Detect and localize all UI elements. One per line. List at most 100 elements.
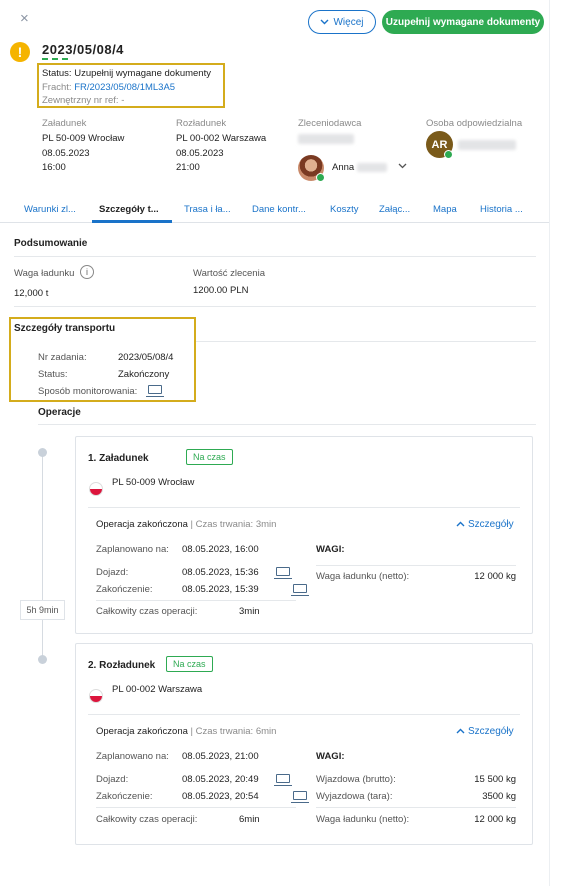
tab-costs[interactable]: Koszty xyxy=(330,204,359,215)
more-button[interactable]: Więcej xyxy=(308,10,376,34)
progress-dashes xyxy=(42,58,72,60)
monitoring-label: Sposób monitorowania: xyxy=(38,386,138,397)
client-surname-redacted xyxy=(356,162,387,172)
transport-status-value: Zakończony xyxy=(118,369,170,380)
loading-place: PL 50-009 Wrocław xyxy=(42,133,125,144)
arrival-label: Dojazd: xyxy=(96,774,129,785)
operation-card: 1. Załadunek Na czas PL 50-009 Wrocław O… xyxy=(75,436,533,634)
operations-title: Operacje xyxy=(38,407,81,418)
operation-title: 1. Załadunek xyxy=(88,453,149,464)
laptop-icon xyxy=(290,791,309,803)
details-toggle[interactable]: Szczegóły xyxy=(456,726,514,737)
chevron-up-icon xyxy=(456,521,465,527)
timeline-line xyxy=(42,452,43,660)
details-toggle[interactable]: Szczegóły xyxy=(456,519,514,530)
operation-title: 2. Rozładunek xyxy=(88,660,156,671)
weight-row-label: Wyjazdowa (tara): xyxy=(316,791,393,802)
tab-attachments[interactable]: Załąc... xyxy=(379,204,410,215)
status-block: Status: Uzupełnij wymagane dokumenty Fra… xyxy=(42,67,211,108)
complete-documents-button[interactable]: Uzupełnij wymagane dokumenty xyxy=(382,10,544,34)
active-tab-indicator xyxy=(92,220,172,223)
divider xyxy=(196,341,536,342)
arrival-value: 08.05.2023, 15:36 xyxy=(182,567,259,578)
client-chevron-icon[interactable] xyxy=(398,161,407,172)
weight-row-value: 15 500 kg xyxy=(474,774,516,785)
tab-transport-details[interactable]: Szczegóły t... xyxy=(99,204,159,215)
laptop-icon xyxy=(274,567,292,579)
duration-badge: 5h 9min xyxy=(20,600,65,620)
chevron-up-icon xyxy=(456,728,465,734)
freight-line: Fracht: FR/2023/05/08/1ML3A5 xyxy=(42,81,211,95)
unloading-date: 08.05.2023 xyxy=(176,147,224,159)
freight-label: Fracht: xyxy=(42,81,72,93)
weight-row-value: 12 000 kg xyxy=(474,571,516,582)
client-person: Anna xyxy=(332,161,387,176)
unloading-column: Rozładunek PL 00-002 Warszawa 08.05.2023… xyxy=(176,118,266,176)
loading-title: Załadunek xyxy=(42,118,87,129)
tab-bar: Warunki zl... Szczegóły t... Trasa i ła.… xyxy=(0,197,549,223)
operation-card: 2. Rozładunek Na czas PL 00-002 Warszawa… xyxy=(75,643,533,845)
total-value: 6min xyxy=(239,814,260,825)
details-label: Szczegóły xyxy=(468,519,514,530)
client-title: Zleceniodawca xyxy=(298,118,362,129)
planned-value: 08.05.2023, 21:00 xyxy=(182,751,259,762)
divider xyxy=(316,565,516,566)
transport-status-label: Status: xyxy=(38,369,68,380)
client-person-name: Anna xyxy=(332,162,355,173)
loading-column: Załadunek PL 50-009 Wrocław 08.05.2023 1… xyxy=(42,118,124,176)
details-label: Szczegóły xyxy=(468,726,514,737)
task-label: Nr zadania: xyxy=(38,352,87,363)
total-value: 3min xyxy=(239,606,260,617)
tab-order-conditions[interactable]: Warunki zl... xyxy=(24,204,76,215)
unloading-time: 21:00 xyxy=(176,162,200,173)
arrival-value: 08.05.2023, 20:49 xyxy=(182,774,259,785)
weight-row-value: 12 000 kg xyxy=(474,814,516,825)
online-indicator xyxy=(444,150,453,159)
loading-time: 16:00 xyxy=(42,162,66,173)
divider xyxy=(96,807,296,808)
info-icon[interactable]: i xyxy=(80,265,94,279)
total-label: Całkowity czas operacji: xyxy=(96,814,198,825)
divider xyxy=(88,714,520,715)
operation-status: Operacja zakończona | Czas trwania: 3min xyxy=(96,519,277,530)
order-value-label: Wartość zlecenia xyxy=(193,268,265,279)
finish-label: Zakończenie: xyxy=(96,791,153,802)
status-line: Status: Uzupełnij wymagane dokumenty xyxy=(42,68,211,79)
arrival-label: Dojazd: xyxy=(96,567,129,578)
planned-label: Zaplanowano na: xyxy=(96,544,169,555)
tab-history[interactable]: Historia ... xyxy=(480,204,523,215)
finish-value: 08.05.2023, 20:54 xyxy=(182,791,259,802)
warning-icon: ! xyxy=(10,42,30,62)
scrollbar[interactable] xyxy=(549,0,561,886)
transport-title: Szczegóły transportu xyxy=(14,323,116,334)
weight-row-label: Wjazdowa (brutto): xyxy=(316,774,396,785)
divider xyxy=(14,306,536,307)
task-value: 2023/05/08/4 xyxy=(118,352,174,363)
unloading-title: Rozładunek xyxy=(176,118,227,129)
client-column: Zleceniodawca xyxy=(298,118,361,147)
total-label: Całkowity czas operacji: xyxy=(96,606,198,617)
laptop-icon xyxy=(274,774,292,786)
poland-flag-icon xyxy=(89,482,103,496)
weight-row-label: Waga ładunku (netto): xyxy=(316,814,410,825)
tab-route[interactable]: Trasa i ła... xyxy=(184,204,231,215)
weight-row-value: 3500 kg xyxy=(482,791,516,802)
tab-map[interactable]: Mapa xyxy=(433,204,457,215)
planned-label: Zaplanowano na: xyxy=(96,751,169,762)
divider xyxy=(316,807,516,808)
responsible-name-redacted xyxy=(458,140,516,150)
responsible-title: Osoba odpowiedzialna xyxy=(426,118,523,129)
weight-value: 12,000 t xyxy=(14,288,49,299)
tab-contractor-data[interactable]: Dane kontr... xyxy=(252,204,306,215)
planned-value: 08.05.2023, 16:00 xyxy=(182,544,259,555)
chevron-down-icon xyxy=(320,19,329,25)
weights-title: WAGI: xyxy=(316,544,345,555)
responsible-column: Osoba odpowiedzialna xyxy=(426,118,522,129)
operation-status: Operacja zakończona | Czas trwania: 6min xyxy=(96,726,277,737)
close-icon[interactable]: × xyxy=(20,10,29,27)
divider xyxy=(96,600,296,601)
divider xyxy=(14,256,536,257)
operation-done: Operacja zakończona xyxy=(96,519,188,530)
freight-link[interactable]: FR/2023/05/08/1ML3A5 xyxy=(74,82,175,93)
finish-label: Zakończenie: xyxy=(96,584,153,595)
